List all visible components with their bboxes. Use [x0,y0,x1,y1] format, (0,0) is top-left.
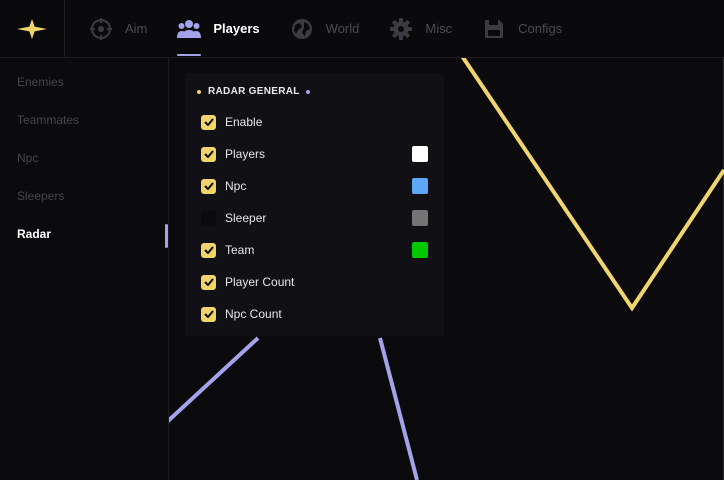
option-label: Sleeper [225,211,267,225]
sidebar-item-npc[interactable]: Npc [17,151,38,165]
panel-title: RADAR GENERAL [197,86,310,97]
checkbox[interactable] [201,274,216,290]
option-label: Npc [225,179,247,193]
nav-tab-world[interactable]: World [290,0,360,58]
gear-icon [389,17,413,41]
yellow-background-line [460,54,724,312]
sidebar-item-teammates[interactable]: Teammates [17,113,79,127]
option-label: Players [225,147,266,161]
color-picker-swatch[interactable] [412,146,428,162]
checkbox[interactable] [201,146,216,162]
nav-tab-players[interactable]: Players [177,0,260,58]
top-nav-bar: Aim Players World Misc Configs [0,0,724,58]
checkmark-icon [203,278,214,286]
color-picker-swatch[interactable] [412,210,428,226]
nav-tab-label: Misc [425,21,453,36]
sidebar-item-radar[interactable]: Radar [17,227,51,241]
checkmark-icon [203,150,214,158]
app-window: Aim Players World Misc Configs Enemies T… [0,0,724,480]
checkmark-icon [203,246,214,254]
option-npc[interactable]: Npc [201,177,429,195]
sidebar-item-enemies[interactable]: Enemies [17,75,64,89]
save-icon [482,17,506,41]
globe-icon [290,17,314,41]
checkbox[interactable] [201,210,216,226]
nav-tab-aim[interactable]: Aim [89,0,147,58]
checkbox[interactable] [201,242,216,258]
title-dot-left [197,89,201,94]
checkbox[interactable] [201,114,216,130]
checkbox[interactable] [201,178,216,194]
option-npc-count[interactable]: Npc Count [201,305,429,323]
sidebar-item-sleepers[interactable]: Sleepers [17,189,64,203]
nav-tab-label: World [325,21,360,36]
option-enable[interactable]: Enable [201,113,429,131]
crosshair-icon [89,17,113,41]
color-picker-swatch[interactable] [412,178,428,194]
option-label: Enable [225,115,263,129]
sidebar: Enemies Teammates Npc Sleepers Radar [0,58,169,480]
users-icon [177,17,202,41]
option-players[interactable]: Players [201,145,429,163]
checkbox[interactable] [201,306,216,322]
nav-tab-label: Aim [125,21,148,36]
option-team[interactable]: Team [201,241,429,259]
color-picker-swatch[interactable] [412,242,428,258]
title-dot-right [305,89,310,94]
checkmark-icon [203,118,214,126]
nav-tab-label: Players [213,21,260,36]
panel-title-text: RADAR GENERAL [208,86,300,97]
logo [0,0,65,58]
radar-general-panel: RADAR GENERAL Enable Players Npc Sleeper… [185,73,444,336]
four-point-star-icon [17,18,47,39]
checkmark-icon [203,182,214,190]
checkmark-icon [203,310,214,318]
nav-tab-label: Configs [518,21,563,36]
option-sleeper[interactable]: Sleeper [201,209,429,227]
option-label: Team [225,243,255,257]
main-nav: Aim Players World Misc Configs [65,0,592,58]
sidebar-active-indicator [165,224,168,248]
nav-tab-configs[interactable]: Configs [482,0,562,58]
nav-tab-misc[interactable]: Misc [389,0,452,58]
option-label: Player Count [225,275,295,289]
option-label: Npc Count [225,307,282,321]
purple-background-line-right [378,337,419,480]
option-player-count[interactable]: Player Count [201,273,429,291]
